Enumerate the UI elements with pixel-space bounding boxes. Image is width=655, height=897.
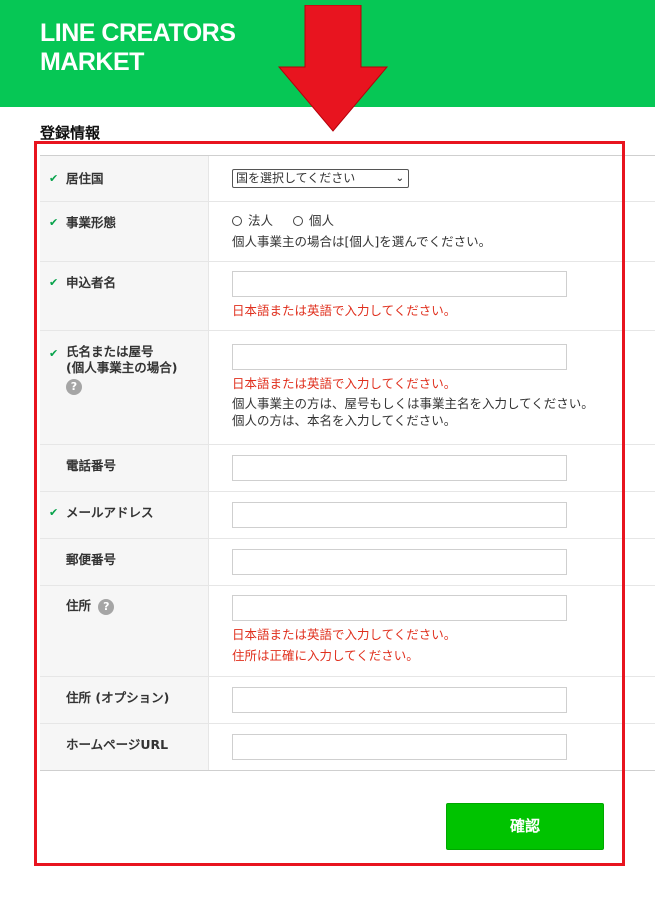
check-icon: ✔ <box>49 506 59 519</box>
row-postal-code: 郵便番号 <box>40 539 655 586</box>
row-country: ✔ 居住国 国を選択してください ⌄ <box>40 156 655 202</box>
country-select[interactable]: 国を選択してください ⌄ <box>232 169 409 188</box>
field-homepage-url <box>209 724 655 770</box>
field-address: 日本語または英語で入力してください。 住所は正確に入力してください。 <box>209 586 655 676</box>
row-address: 住所 ? 日本語または英語で入力してください。 住所は正確に入力してください。 <box>40 586 655 677</box>
field-business-type: 法人 個人 個人事業主の場合は[個人]を選んでください。 <box>209 202 655 261</box>
label-email: ✔ メールアドレス <box>40 492 209 538</box>
address-error-1: 日本語または英語で入力してください。 <box>232 627 457 642</box>
trade-name-note-1: 個人事業主の方は、屋号もしくは事業主名を入力してください。 <box>232 396 594 411</box>
country-select-value: 国を選択してください <box>236 171 356 185</box>
brand-line-1: LINE CREATORS <box>40 19 236 47</box>
label-business-type-text: 事業形態 <box>66 215 117 230</box>
label-applicant-name: ✔ 申込者名 <box>40 262 209 330</box>
label-trade-name: ✔ 氏名または屋号 (個人事業主の場合) ? <box>40 331 209 444</box>
field-country: 国を選択してください ⌄ <box>209 156 655 201</box>
radio-corporate-circle[interactable] <box>232 216 242 226</box>
check-icon: ✔ <box>49 276 59 289</box>
postal-code-input[interactable] <box>232 549 567 575</box>
radio-individual-circle[interactable] <box>292 216 303 226</box>
label-phone-text: 電話番号 <box>66 458 117 473</box>
business-type-note: 個人事業主の場合は[個人]を選んでください。 <box>232 234 492 249</box>
radio-individual-label: 個人 <box>308 213 334 228</box>
label-business-type: ✔ 事業形態 <box>40 202 209 261</box>
brand-line-2: MARKET <box>40 48 144 76</box>
homepage-url-input[interactable] <box>232 734 567 760</box>
help-icon[interactable]: ? <box>98 598 115 615</box>
registration-form: ✔ 居住国 国を選択してください ⌄ ✔ 事業形態 法人 個人 個人事業主の場合… <box>40 155 655 771</box>
label-trade-name-line1: 氏名または屋号 <box>66 344 154 359</box>
row-business-type: ✔ 事業形態 法人 個人 個人事業主の場合は[個人]を選んでください。 <box>40 202 655 262</box>
label-postal-code-text: 郵便番号 <box>66 552 117 567</box>
label-homepage-url: ホームページURL <box>40 724 209 770</box>
address-optional-input[interactable] <box>232 687 567 713</box>
field-trade-name: 日本語または英語で入力してください。 個人事業主の方は、屋号もしくは事業主名を入… <box>209 331 655 444</box>
brand-logo[interactable]: LINE CREATORS MARKET <box>40 19 236 77</box>
radio-individual[interactable]: 個人 <box>292 213 334 228</box>
applicant-name-error: 日本語または英語で入力してください。 <box>232 303 457 318</box>
trade-name-note-2: 個人の方は、本名を入力してください。 <box>232 413 457 428</box>
business-type-radios: 法人 個人 <box>232 212 655 229</box>
label-country-text: 居住国 <box>66 171 104 186</box>
label-phone: 電話番号 <box>40 445 209 491</box>
trade-name-error: 日本語または英語で入力してください。 <box>232 376 457 391</box>
field-phone <box>209 445 655 491</box>
row-trade-name: ✔ 氏名または屋号 (個人事業主の場合) ? 日本語または英語で入力してください… <box>40 331 655 445</box>
label-homepage-url-text: ホームページURL <box>66 737 169 752</box>
label-postal-code: 郵便番号 <box>40 539 209 585</box>
phone-input[interactable] <box>232 455 567 481</box>
label-applicant-name-text: 申込者名 <box>66 275 117 290</box>
check-icon: ✔ <box>49 172 59 185</box>
label-address-optional-text: 住所 (オプション) <box>66 690 170 705</box>
applicant-name-input[interactable] <box>232 271 567 297</box>
field-applicant-name: 日本語または英語で入力してください。 <box>209 262 655 330</box>
section-title: 登録情報 <box>40 124 101 142</box>
address-input[interactable] <box>232 595 567 621</box>
help-icon[interactable]: ? <box>66 378 82 395</box>
field-address-optional <box>209 677 655 723</box>
header-bar: LINE CREATORS MARKET <box>0 0 655 107</box>
radio-corporate[interactable]: 法人 <box>232 213 273 228</box>
chevron-down-icon: ⌄ <box>395 173 404 184</box>
label-address: 住所 ? <box>40 586 209 676</box>
email-input[interactable] <box>232 502 567 528</box>
radio-corporate-label: 法人 <box>248 213 274 228</box>
confirm-button[interactable]: 確認 <box>446 803 604 850</box>
trade-name-input[interactable] <box>232 344 567 370</box>
label-address-text: 住所 <box>66 598 92 613</box>
label-email-text: メールアドレス <box>66 505 154 520</box>
label-trade-name-line2: (個人事業主の場合) <box>66 360 178 375</box>
check-icon: ✔ <box>49 216 59 229</box>
field-email <box>209 492 655 538</box>
check-icon: ✔ <box>49 347 59 360</box>
row-phone: 電話番号 <box>40 445 655 492</box>
row-homepage-url: ホームページURL <box>40 724 655 770</box>
field-postal-code <box>209 539 655 585</box>
label-country: ✔ 居住国 <box>40 156 209 201</box>
address-error-2: 住所は正確に入力してください。 <box>232 648 419 663</box>
row-address-optional: 住所 (オプション) <box>40 677 655 724</box>
label-address-optional: 住所 (オプション) <box>40 677 209 723</box>
row-applicant-name: ✔ 申込者名 日本語または英語で入力してください。 <box>40 262 655 331</box>
row-email: ✔ メールアドレス <box>40 492 655 539</box>
